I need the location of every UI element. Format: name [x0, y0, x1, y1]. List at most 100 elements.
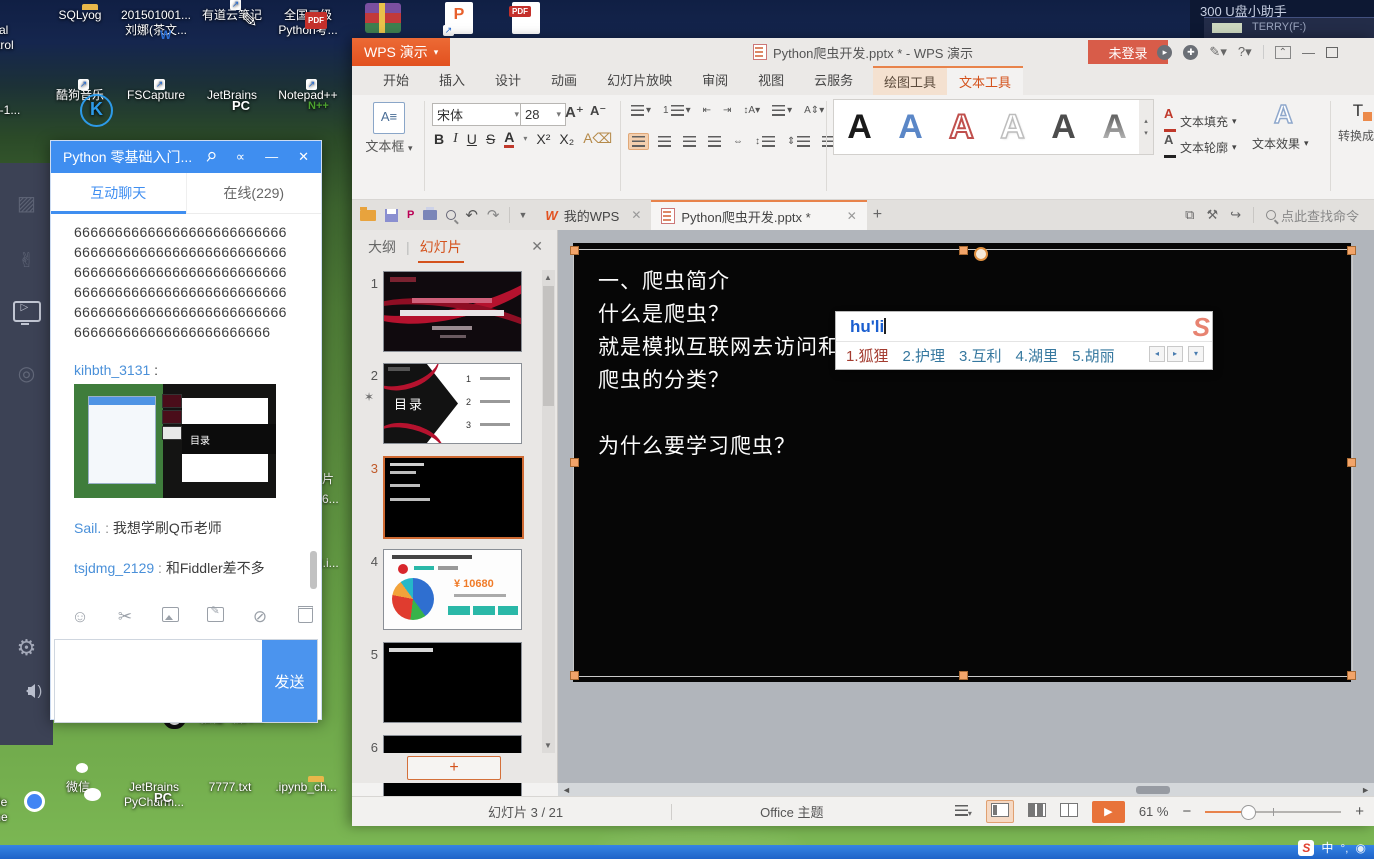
desktop-icon-txt-7777[interactable]: 7777.txt [192, 780, 268, 795]
tab-design[interactable]: 设计 [480, 64, 536, 95]
bullet-list-button[interactable]: ▾ [628, 103, 654, 118]
textbox-button[interactable]: A≡ 文本框 ▾ [360, 100, 418, 155]
volume-icon[interactable] [0, 681, 53, 704]
clear-icon[interactable] [296, 605, 314, 628]
desktop-icon-pycharm[interactable]: JetBrainsPyCharm... [116, 780, 192, 810]
minimize-icon[interactable]: — [265, 149, 278, 165]
tab-view[interactable]: 视图 [743, 64, 799, 95]
wordart-style-3[interactable]: A [948, 107, 975, 147]
tab-cloud[interactable]: 云服务 [799, 64, 868, 95]
send-button[interactable]: 发送 [262, 640, 317, 722]
slide-thumbnail-2[interactable]: 目录 1 2 3 [383, 363, 522, 444]
tools-icon[interactable]: ⚒ [1206, 207, 1218, 223]
tab-slides[interactable]: 幻灯片 [417, 237, 464, 263]
zoom-percent[interactable]: 61 % [1139, 804, 1169, 819]
zoom-slider[interactable] [1205, 804, 1342, 820]
command-search-input[interactable]: 点此查找命令 [1266, 206, 1370, 225]
desktop-icon-chrome[interactable]: ogleome [0, 780, 34, 825]
tab-text-tools[interactable]: 文本工具 [947, 68, 1023, 95]
camera-icon[interactable]: ◎ [0, 361, 53, 386]
tab-home[interactable]: 开始 [368, 64, 424, 95]
numbered-list-button[interactable]: 1 ▾ [660, 103, 694, 118]
chat-username[interactable]: Sail. [74, 520, 101, 536]
slideshow-play-button[interactable]: ▶ [1091, 800, 1125, 823]
present-icon[interactable]: ⧉ [1185, 207, 1194, 223]
horizontal-scrollbar[interactable]: ◄ ► [558, 783, 1374, 797]
wordart-style-5[interactable]: A [1051, 108, 1076, 147]
zoom-out-icon[interactable]: − [1182, 803, 1191, 820]
desktop-icon-ipynb[interactable]: .ipynb_ch... [268, 780, 344, 795]
screen-share-icon[interactable] [0, 301, 53, 328]
notes-toggle-icon[interactable]: ▾ [954, 804, 972, 819]
text-effects-button[interactable]: 文本效果 ▾ [1252, 135, 1309, 152]
feedback-icon[interactable]: ✚ [1183, 44, 1199, 60]
ime-candidate-2[interactable]: 2.护理 [903, 345, 946, 366]
tab-online-users[interactable]: 在线(229) [185, 173, 322, 213]
desktop-icon-notes-doc[interactable]: W 201501001... 刘娜(茶文... [118, 8, 194, 42]
reading-view-button[interactable] [1059, 803, 1078, 820]
subscript-button[interactable]: X₂ [559, 131, 574, 147]
wordart-style-4[interactable]: A [999, 107, 1025, 147]
page-prev-icon[interactable]: ◂ [1149, 346, 1165, 362]
slide-thumbnail-1[interactable] [383, 271, 522, 352]
italic-button[interactable]: I [453, 131, 458, 147]
print-preview-icon[interactable] [446, 210, 457, 220]
close-panel-icon[interactable]: ✕ [531, 238, 543, 255]
doc-tab-current[interactable]: Python爬虫开发.pptx * ✕ [651, 200, 867, 230]
ime-candidate-5[interactable]: 5.胡丽 [1072, 345, 1115, 366]
desktop-icon-kugou[interactable]: 酷狗音乐 [42, 88, 118, 103]
sogou-tray-icon[interactable]: S [1298, 839, 1315, 856]
desktop-icon-fscapture[interactable]: FSCapture [118, 88, 194, 103]
add-slide-button[interactable]: + [407, 756, 501, 780]
line-spacing-button[interactable]: ↕ [752, 134, 778, 149]
increase-font-button[interactable]: A⁺ [565, 103, 584, 121]
page-next-icon[interactable]: ▸ [1167, 346, 1183, 362]
decrease-indent-button[interactable]: ⇤ [700, 103, 714, 118]
pdf-file-icon[interactable]: PDF [509, 2, 540, 37]
desktop-icon-sqlyog[interactable]: SQLyog [42, 8, 118, 23]
export-pdf-icon[interactable]: P [407, 209, 414, 221]
desktop-icon-notepad-plus[interactable]: Notepad++ [270, 88, 346, 103]
tab-insert[interactable]: 插入 [424, 64, 480, 95]
scrollbar-thumb[interactable] [1136, 786, 1170, 794]
desktop-icon-ste-1[interactable]: ste-1... [0, 88, 40, 118]
superscript-button[interactable]: X² [536, 131, 550, 147]
font-color-button[interactable]: A [504, 129, 515, 148]
block-icon[interactable]: ⊘ [251, 607, 269, 627]
doc-tab-home[interactable]: W 我的WPS ✕ [535, 200, 651, 230]
slide-thumbnail-3-current[interactable] [383, 456, 524, 539]
ime-lang-icon[interactable]: 中 [1321, 839, 1333, 856]
save-icon[interactable] [385, 208, 398, 222]
new-tab-button[interactable]: + [873, 206, 882, 224]
ime-punct-icon[interactable]: °, [1340, 841, 1348, 855]
hand-icon[interactable]: ✌ [0, 248, 53, 273]
image-icon[interactable] [161, 606, 179, 627]
zoom-slider-thumb[interactable] [1241, 804, 1257, 820]
scroll-up-icon[interactable]: ▲ [544, 273, 552, 282]
tab-outline[interactable]: 大纲 [368, 237, 396, 257]
close-tab-icon[interactable]: ✕ [631, 208, 641, 222]
font-size-select[interactable]: 28 ▾ [520, 103, 566, 126]
tab-interactive-chat[interactable]: 互动聊天 [51, 173, 186, 214]
tab-animation[interactable]: 动画 [536, 64, 592, 95]
chat-scrollbar-thumb[interactable] [310, 551, 317, 589]
open-icon[interactable] [360, 206, 376, 221]
desktop-icon-jetbrains[interactable]: JetBrains [194, 88, 270, 103]
tab-review[interactable]: 审阅 [687, 64, 743, 95]
align-right-button[interactable] [680, 134, 699, 149]
chat-username[interactable]: kihbth_3131 [74, 362, 150, 378]
chat-username[interactable]: tsjdmg_2129 [74, 560, 154, 576]
text-outline-button[interactable]: A 文本轮廓 ▾ [1164, 133, 1237, 161]
signature-pen-icon[interactable]: ✎▾ [1209, 44, 1226, 60]
scroll-left-icon[interactable]: ◄ [562, 785, 571, 795]
scroll-right-icon[interactable]: ► [1361, 785, 1370, 795]
close-icon[interactable]: ✕ [298, 149, 309, 165]
char-scale-button[interactable]: A⇕▾ [801, 103, 827, 118]
current-slide[interactable]: 一、爬虫简介 什么是爬虫？ 就是模拟互联网去访问和获取 爬虫的分类？ 为什么要学… [573, 243, 1351, 682]
chat-titlebar[interactable]: Python 零基础入门... ⚲ ∝ — ✕ [51, 141, 321, 173]
ime-candidate-4[interactable]: 4.湖里 [1016, 345, 1059, 366]
increase-indent-button[interactable]: ⇥ [720, 103, 734, 118]
share-forward-icon[interactable]: ↪ [1230, 207, 1241, 223]
slide-thumbnail-5[interactable] [383, 642, 522, 723]
ime-wheel-icon[interactable]: ◉ [1356, 841, 1366, 855]
